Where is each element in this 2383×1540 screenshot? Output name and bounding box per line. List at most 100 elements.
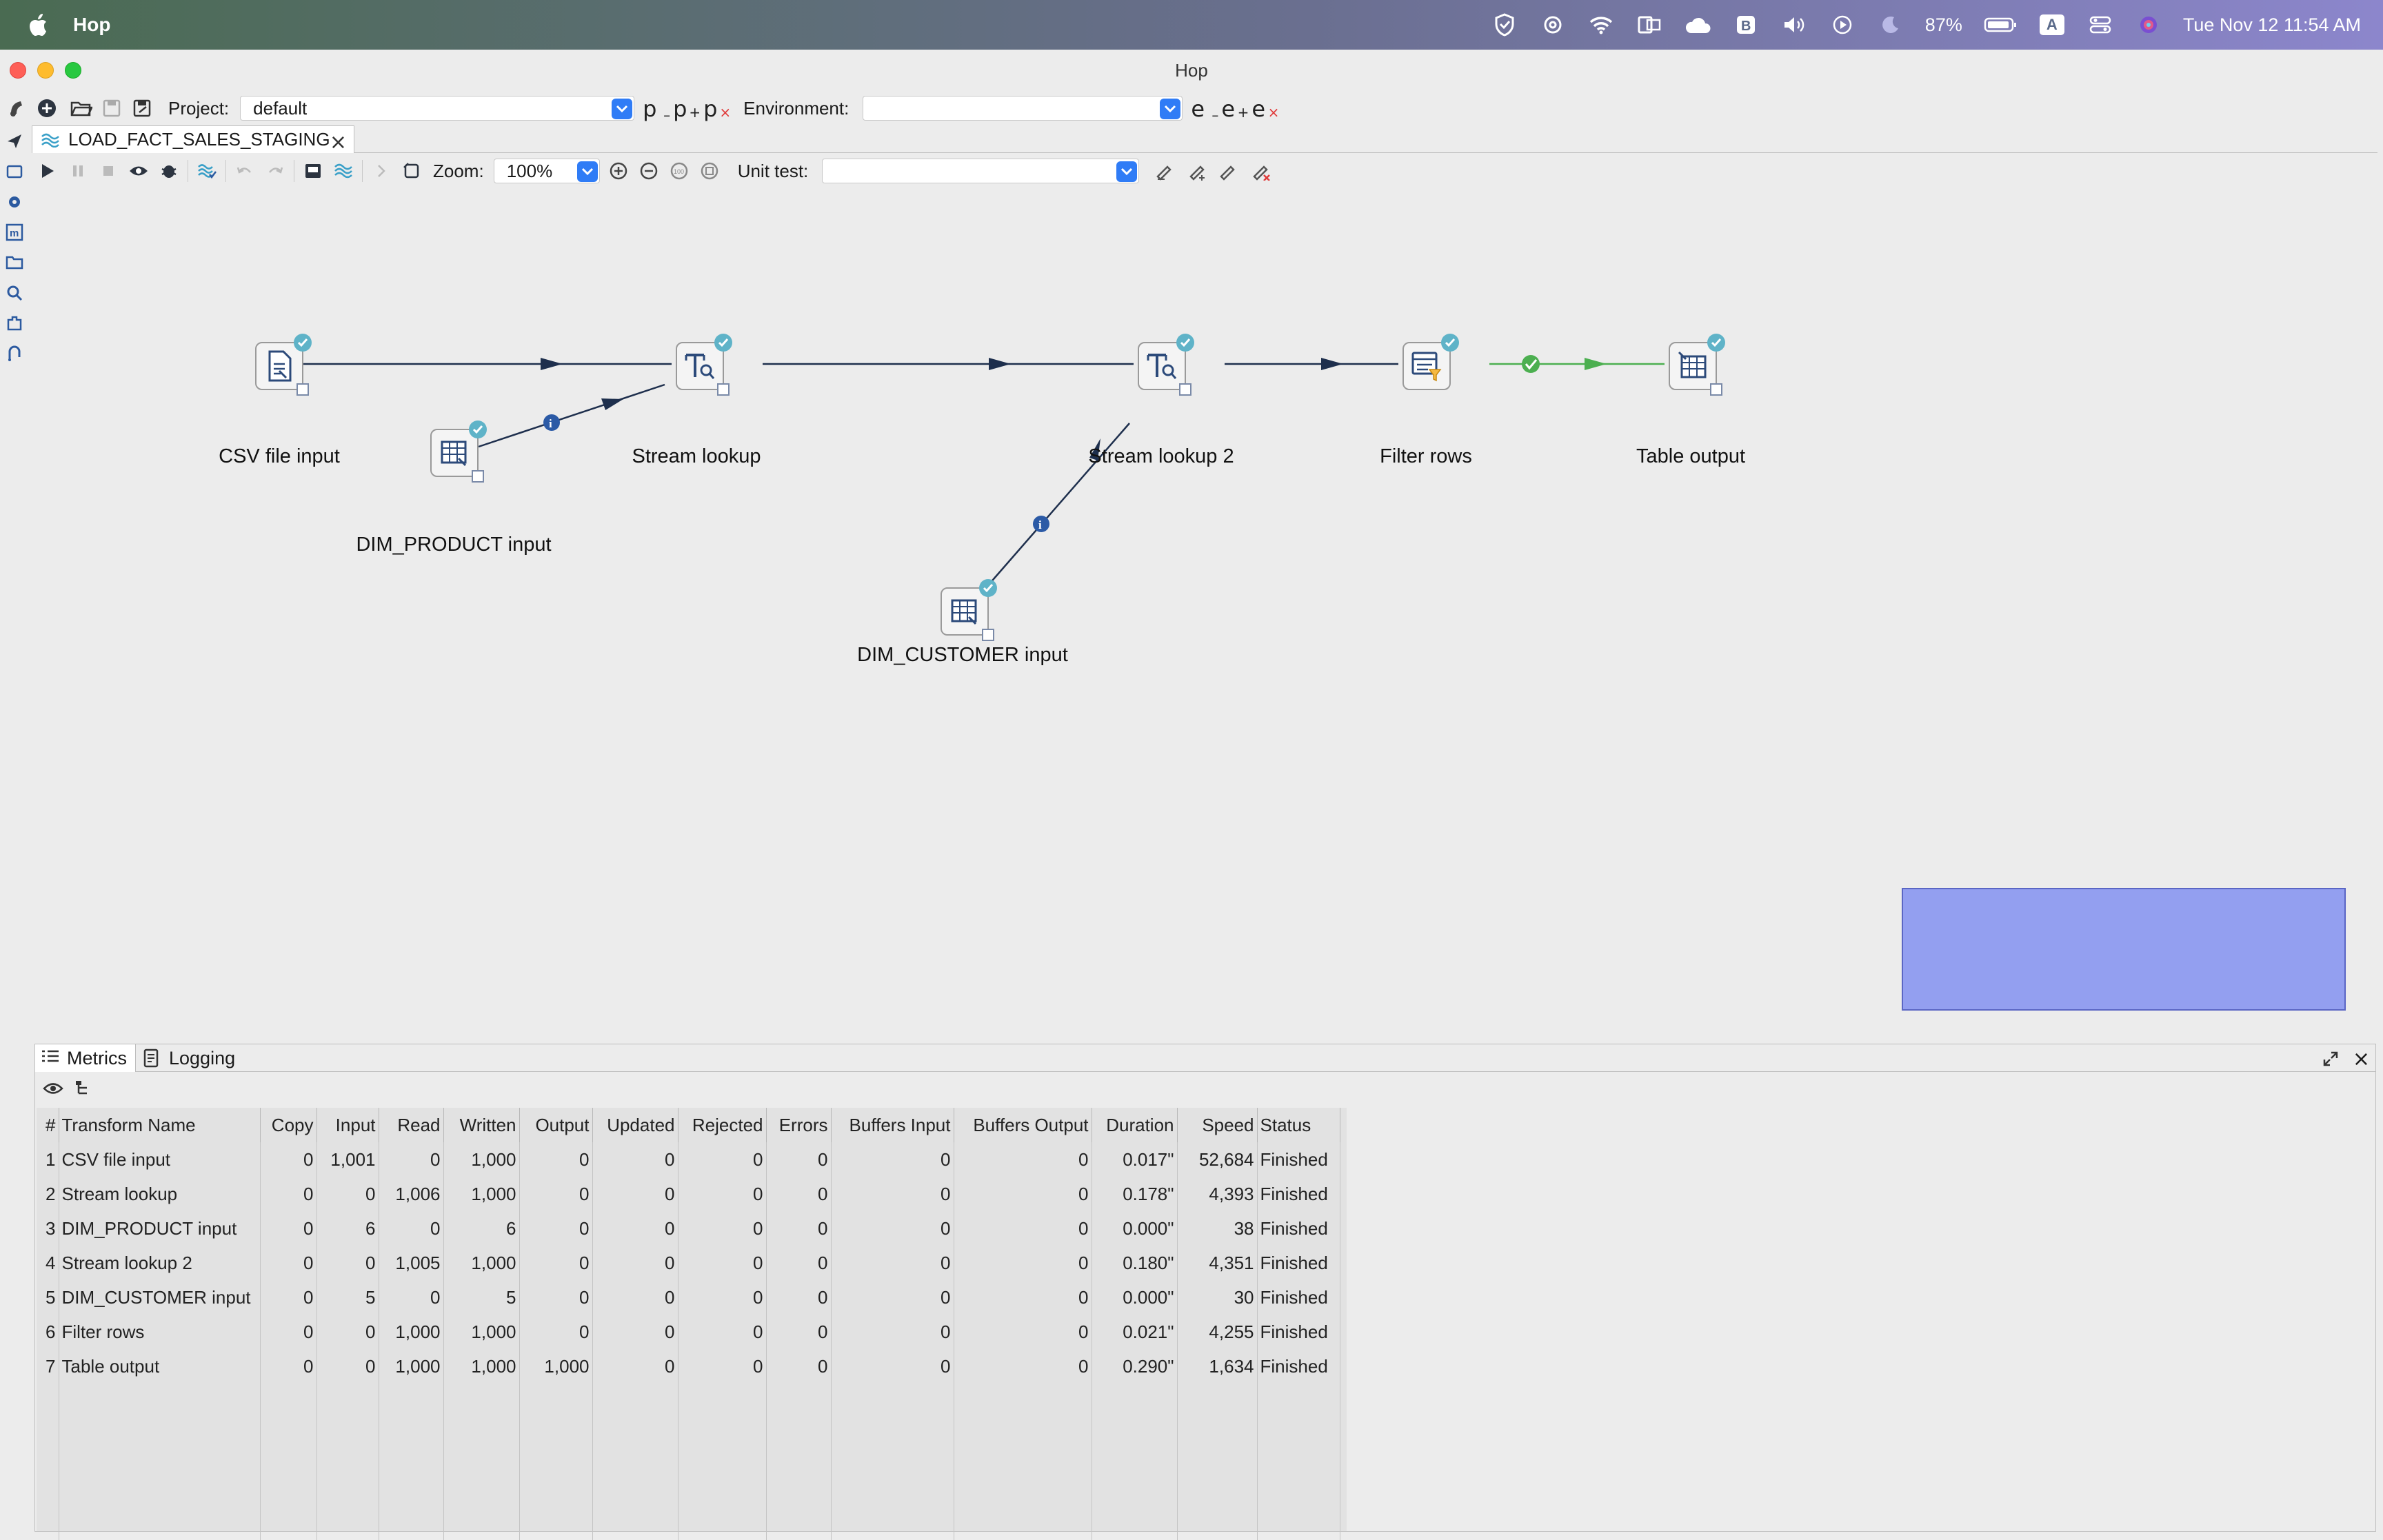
neo4j-icon[interactable]	[4, 343, 25, 364]
zoom-in-icon[interactable]	[607, 159, 630, 183]
metrics-row[interactable]: 7 Table output 0 0 1,000 1,000 1,000 0 0…	[37, 1349, 1340, 1384]
tab-logging[interactable]: Logging	[137, 1044, 241, 1072]
input-source-icon[interactable]: A	[2038, 11, 2066, 39]
column-header[interactable]: Buffers Output	[954, 1108, 1092, 1142]
app-menu-name[interactable]: Hop	[73, 14, 110, 36]
apple-menu-icon[interactable]	[26, 12, 50, 37]
snapshot-icon[interactable]	[301, 159, 325, 183]
explorer-folder-icon[interactable]	[4, 252, 25, 273]
run-icon[interactable]	[36, 159, 59, 183]
transform-dim-product-input[interactable]	[430, 421, 487, 483]
close-panel-icon[interactable]: ×	[2353, 1047, 2370, 1071]
node-handle[interactable]	[296, 383, 309, 396]
unit-test-delete-icon[interactable]	[1249, 159, 1273, 183]
metrics-row[interactable]: 3 DIM_PRODUCT input 0 6 0 6 0 0 0 0 0 0 …	[37, 1211, 1340, 1246]
refresh-icon[interactable]	[400, 159, 423, 183]
chevron-down-icon[interactable]	[612, 99, 633, 119]
metrics-row[interactable]: 2 Stream lookup 0 0 1,006 1,000 0 0 0 0 …	[37, 1177, 1340, 1211]
execution-information-icon[interactable]	[4, 161, 25, 182]
data-orchestration-icon[interactable]	[4, 131, 25, 152]
column-header[interactable]: Rejected	[678, 1108, 767, 1142]
column-header[interactable]: Input	[316, 1108, 379, 1142]
zoom-fit-icon[interactable]	[698, 159, 721, 183]
save-icon[interactable]	[99, 96, 124, 121]
pipeline-layers-icon[interactable]	[332, 159, 355, 183]
moon-icon[interactable]	[1877, 11, 1904, 39]
column-header[interactable]: Read	[379, 1108, 444, 1142]
project-edit-icon[interactable]: p –	[643, 94, 673, 123]
stop-icon[interactable]	[97, 159, 120, 183]
window-maximize-button[interactable]	[65, 62, 81, 79]
node-handle[interactable]	[717, 383, 730, 396]
volume-icon[interactable]	[1780, 11, 1808, 39]
column-header[interactable]: Transform Name	[59, 1108, 261, 1142]
battery-icon[interactable]	[1983, 11, 2018, 39]
clock[interactable]: Tue Nov 12 11:54 AM	[2183, 14, 2361, 36]
zoom-100-icon[interactable]: 100	[667, 159, 691, 183]
chevron-down-icon[interactable]	[1116, 161, 1138, 182]
column-header[interactable]: Buffers Input	[831, 1108, 954, 1142]
metrics-row[interactable]: 6 Filter rows 0 0 1,000 1,000 0 0 0 0 0 …	[37, 1315, 1340, 1349]
true-condition-icon[interactable]	[1522, 355, 1540, 373]
unit-test-select[interactable]	[822, 159, 1140, 183]
transform-tree-icon[interactable]	[71, 1076, 96, 1101]
plugins-icon[interactable]	[4, 313, 25, 334]
column-header[interactable]: Updated	[592, 1108, 678, 1142]
configuration-icon[interactable]	[4, 192, 25, 212]
unit-test-variable-icon[interactable]	[1216, 159, 1240, 183]
show-hide-eye-icon[interactable]	[41, 1076, 66, 1101]
column-header[interactable]: Copy	[260, 1108, 317, 1142]
transform-csv-file-input[interactable]	[255, 334, 312, 396]
column-header[interactable]: #	[37, 1108, 59, 1142]
hop-logo-icon[interactable]	[4, 96, 29, 121]
metadata-icon[interactable]: m	[4, 222, 25, 243]
environment-edit-icon[interactable]: e –	[1191, 94, 1221, 123]
wifi-icon[interactable]	[1587, 11, 1615, 39]
zoom-out-icon[interactable]	[637, 159, 661, 183]
transform-filter-rows[interactable]	[1402, 334, 1459, 390]
unit-test-add-icon[interactable]	[1186, 159, 1209, 183]
metrics-row[interactable]: 1 CSV file input 0 1,001 0 1,000 0 0 0 0…	[37, 1142, 1340, 1177]
project-select[interactable]: default	[240, 96, 635, 121]
zoom-select[interactable]: 100%	[493, 159, 600, 183]
new-icon[interactable]	[34, 96, 59, 121]
node-handle[interactable]	[982, 629, 994, 641]
shield-icon[interactable]	[1491, 11, 1518, 39]
close-tab-icon[interactable]: ×	[330, 130, 347, 154]
column-header[interactable]: Duration	[1092, 1108, 1178, 1142]
siri-icon[interactable]	[2135, 11, 2162, 39]
preview-eye-icon[interactable]	[127, 159, 150, 183]
column-header[interactable]: Written	[443, 1108, 520, 1142]
environment-delete-icon[interactable]: e ×	[1251, 94, 1282, 122]
play-circle-icon[interactable]	[1829, 11, 1856, 39]
window-close-button[interactable]	[10, 62, 26, 79]
outlook-icon[interactable]	[1636, 11, 1663, 39]
control-center-icon[interactable]	[2087, 11, 2114, 39]
chevron-right-icon[interactable]	[370, 159, 393, 183]
redo-icon[interactable]	[263, 159, 287, 183]
column-header[interactable]: Status	[1257, 1108, 1340, 1142]
tab-load-fact-sales-staging[interactable]: LOAD_FACT_SALES_STAGING ×	[32, 125, 354, 154]
canvas-navigator-viewport[interactable]	[1902, 888, 2346, 1011]
node-handle[interactable]	[472, 470, 484, 483]
undo-icon[interactable]	[233, 159, 257, 183]
metrics-row[interactable]: 5 DIM_CUSTOMER input 0 5 0 5 0 0 0 0 0 0…	[37, 1280, 1340, 1315]
debug-icon[interactable]	[157, 159, 181, 183]
transform-dim-customer-input[interactable]	[941, 579, 997, 641]
check-pipeline-icon[interactable]	[195, 159, 219, 183]
openai-icon[interactable]	[1539, 11, 1567, 39]
bitwarden-icon[interactable]: B	[1732, 11, 1760, 39]
hop-dim-product-to-stream-lookup[interactable]	[478, 383, 665, 448]
chevron-down-icon[interactable]	[576, 161, 598, 182]
column-header[interactable]: Output	[519, 1108, 593, 1142]
cloud-icon[interactable]	[1684, 11, 1711, 39]
column-header[interactable]: Speed	[1177, 1108, 1258, 1142]
maximize-panel-icon[interactable]	[2320, 1048, 2341, 1069]
environment-add-icon[interactable]: e +	[1221, 94, 1251, 122]
pause-icon[interactable]	[66, 159, 90, 183]
metrics-row[interactable]: 4 Stream lookup 2 0 0 1,005 1,000 0 0 0 …	[37, 1246, 1340, 1280]
column-header[interactable]: Errors	[766, 1108, 832, 1142]
transform-stream-lookup-2[interactable]	[1138, 334, 1194, 396]
project-delete-icon[interactable]: p ×	[703, 94, 734, 122]
window-minimize-button[interactable]	[37, 62, 54, 79]
